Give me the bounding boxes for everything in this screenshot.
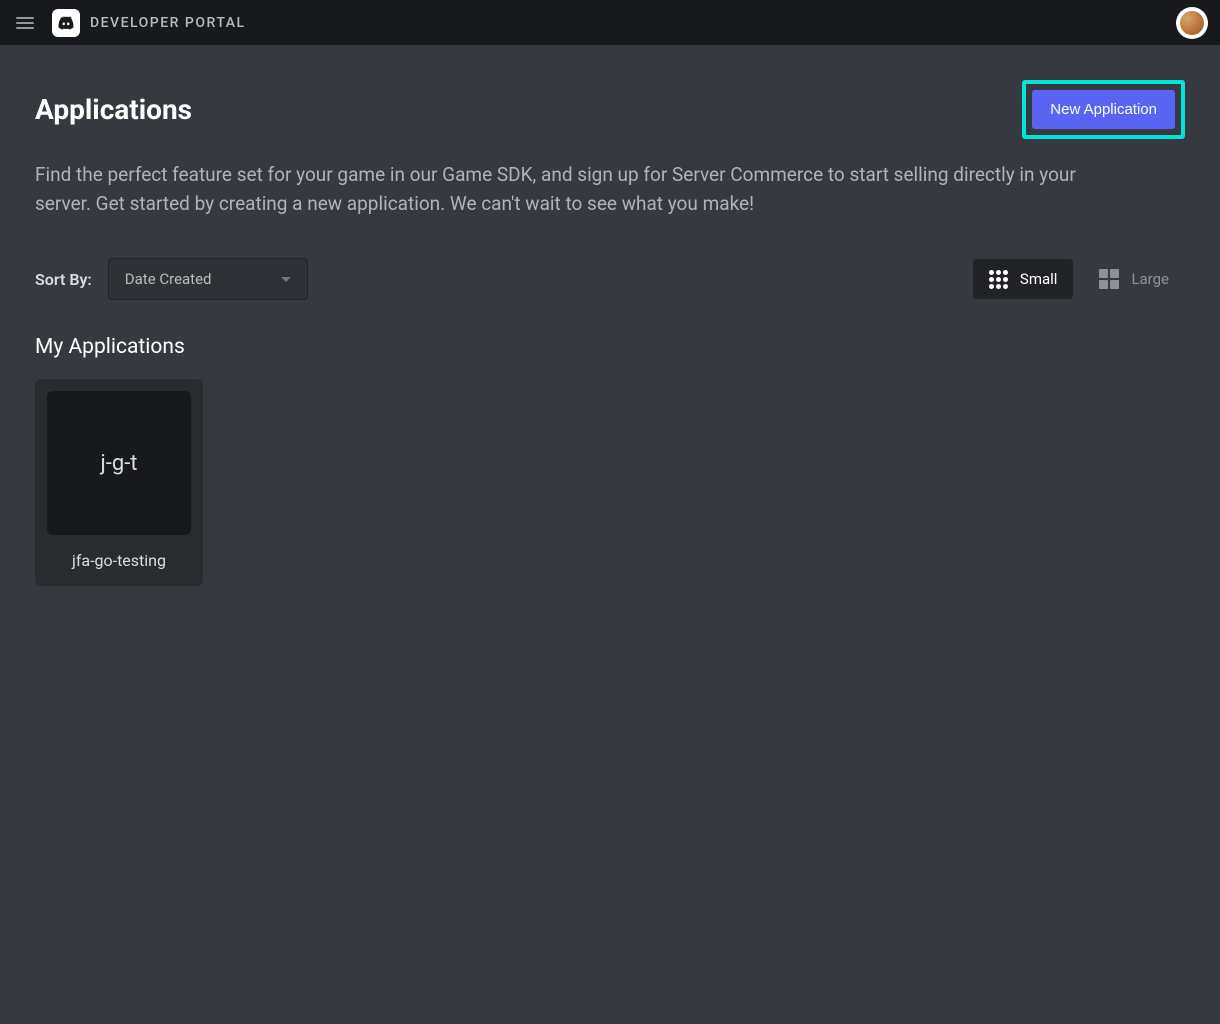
section-title: My Applications <box>35 335 1185 359</box>
view-small-label: Small <box>1020 270 1058 288</box>
app-name: jfa-go-testing <box>47 551 191 574</box>
sort-block: Sort By: Date Created <box>35 258 308 300</box>
portal-title: DEVELOPER PORTAL <box>90 15 246 31</box>
new-application-button[interactable]: New Application <box>1032 90 1175 129</box>
topbar-left: DEVELOPER PORTAL <box>12 9 246 37</box>
highlight-annotation: New Application <box>1022 80 1185 139</box>
sort-dropdown[interactable]: Date Created <box>108 258 308 300</box>
chevron-down-icon <box>281 277 291 282</box>
discord-logo-icon <box>52 9 80 37</box>
logo-block[interactable]: DEVELOPER PORTAL <box>52 9 246 37</box>
app-grid: j-g-t jfa-go-testing <box>35 379 1185 586</box>
grid-small-icon <box>989 270 1008 289</box>
page-description: Find the perfect feature set for your ga… <box>35 161 1115 218</box>
view-large-button[interactable]: Large <box>1083 259 1185 299</box>
avatar-image <box>1180 11 1204 35</box>
topbar: DEVELOPER PORTAL <box>0 0 1220 45</box>
content: Applications New Application Find the pe… <box>0 45 1220 621</box>
grid-large-icon <box>1099 269 1119 289</box>
view-block: Small Large <box>973 259 1185 299</box>
sort-label: Sort By: <box>35 270 92 289</box>
menu-icon[interactable] <box>12 13 38 33</box>
controls-row: Sort By: Date Created Small Large <box>35 258 1185 300</box>
sort-value: Date Created <box>125 270 212 288</box>
view-small-button[interactable]: Small <box>973 259 1074 299</box>
avatar[interactable] <box>1176 7 1208 39</box>
app-card[interactable]: j-g-t jfa-go-testing <box>35 379 203 586</box>
view-large-label: Large <box>1131 270 1169 288</box>
header-row: Applications New Application <box>35 80 1185 139</box>
page-title: Applications <box>35 93 192 126</box>
app-thumbnail: j-g-t <box>47 391 191 535</box>
